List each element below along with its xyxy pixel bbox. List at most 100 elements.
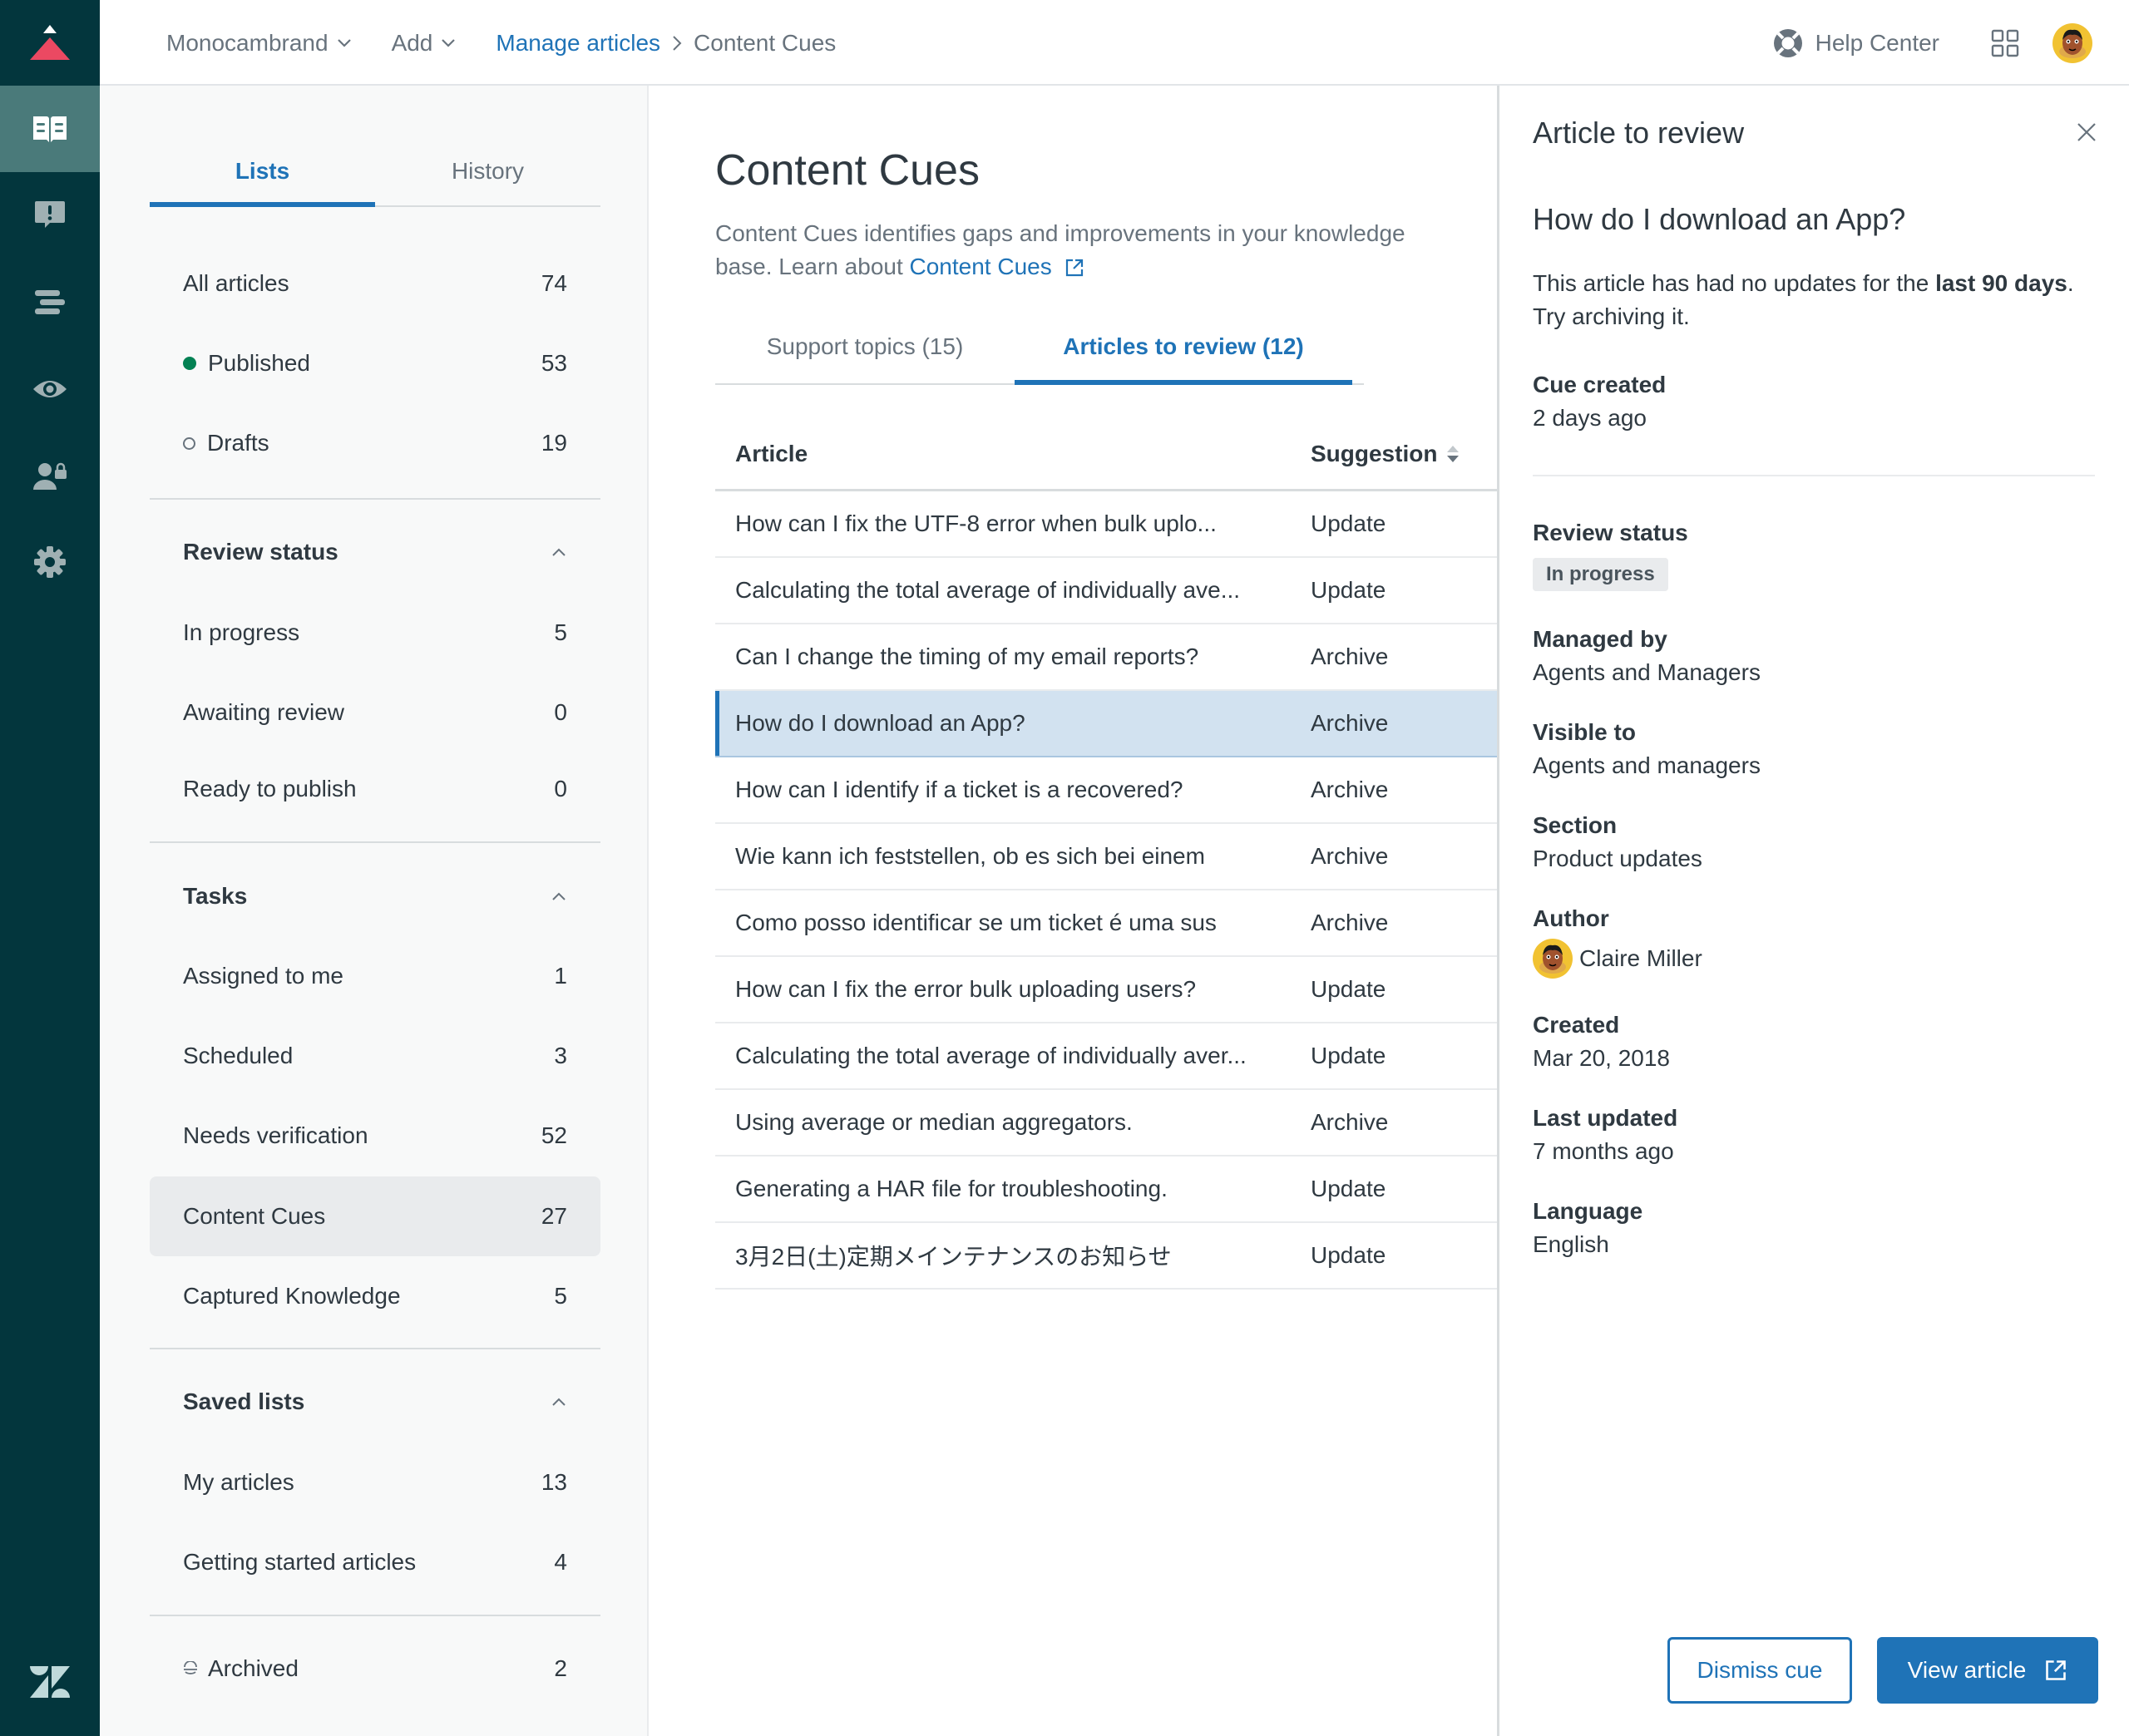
list-item-ready-to-publish[interactable]: Ready to publish 0 — [150, 749, 600, 829]
suggestion-cell: Update — [1311, 1176, 1386, 1201]
table-row[interactable]: How can I fix the error bulk uploading u… — [715, 957, 1497, 1023]
lifebuoy-icon — [1773, 28, 1802, 57]
help-center-link[interactable]: Help Center — [1772, 27, 1939, 59]
field-section: Section Product updates — [1533, 809, 1702, 875]
brand-dropdown-label: Monocambrand — [166, 29, 328, 56]
help-center-label: Help Center — [1815, 29, 1939, 56]
list-item-needs-verification[interactable]: Needs verification 52 — [150, 1096, 600, 1176]
breadcrumb-current: Content Cues — [694, 29, 837, 56]
field-label: Managed by — [1533, 626, 1667, 652]
list-item-getting-started[interactable]: Getting started articles 4 — [150, 1522, 600, 1602]
list-item-content-cues[interactable]: Content Cues 27 — [150, 1176, 600, 1256]
tab-lists[interactable]: Lists — [150, 144, 375, 207]
lists-tabs: Lists History — [150, 144, 600, 207]
suggestion-cell: Archive — [1311, 710, 1389, 736]
table-row[interactable]: Wie kann ich feststellen, ob es sich bei… — [715, 824, 1497, 890]
zendesk-logo[interactable] — [0, 1628, 100, 1736]
nav-item-guide[interactable] — [0, 86, 100, 172]
nav-item-arrange[interactable] — [0, 259, 100, 346]
dismiss-cue-button[interactable]: Dismiss cue — [1667, 1637, 1852, 1704]
list-item-label: My articles — [183, 1469, 294, 1495]
tab-history[interactable]: History — [375, 144, 600, 205]
table-header: Article Suggestion — [715, 418, 1497, 491]
list-item-captured-knowledge[interactable]: Captured Knowledge 5 — [150, 1256, 600, 1336]
table-row[interactable]: Can I change the timing of my email repo… — [715, 624, 1497, 691]
field-label: Created — [1533, 1012, 1620, 1038]
panel-title: Article to review — [1533, 116, 1745, 150]
table-row[interactable]: 3月2日(土)定期メインテナンスのお知らせ Update — [715, 1223, 1497, 1290]
list-item-label: Published — [208, 350, 310, 376]
guide-product-logo[interactable] — [0, 0, 100, 86]
cue-message-emphasis: last 90 days — [1935, 270, 2067, 296]
table-row[interactable]: How do I download an App? Archive — [715, 691, 1497, 757]
list-item-my-articles[interactable]: My articles 13 — [150, 1443, 600, 1522]
list-item-assigned-to-me[interactable]: Assigned to me 1 — [150, 936, 600, 1016]
nav-rail — [0, 0, 100, 1736]
view-article-button[interactable]: View article — [1877, 1637, 2098, 1704]
content-cues-tabs: Support topics (15) Articles to review (… — [715, 320, 1364, 385]
column-header-article: Article — [735, 440, 808, 466]
field-managed-by: Managed by Agents and Managers — [1533, 623, 1761, 689]
brand-dropdown[interactable]: Monocambrand — [166, 30, 352, 57]
table-row[interactable]: Generating a HAR file for troubleshootin… — [715, 1157, 1497, 1223]
divider — [150, 498, 600, 500]
nav-item-settings[interactable] — [0, 519, 100, 605]
table-row[interactable]: How can I identify if a ticket is a reco… — [715, 757, 1497, 824]
list-item-in-progress[interactable]: In progress 5 — [150, 593, 600, 673]
author-avatar — [1533, 939, 1573, 979]
field-created: Created Mar 20, 2018 — [1533, 1009, 1670, 1075]
article-title-cell: Generating a HAR file for troubleshootin… — [735, 1176, 1168, 1201]
list-item-label: Drafts — [207, 430, 269, 456]
breadcrumb-separator — [672, 35, 682, 52]
dismiss-cue-label: Dismiss cue — [1697, 1657, 1823, 1683]
table-row[interactable]: Calculating the total average of individ… — [715, 558, 1497, 624]
nav-item-feedback[interactable] — [0, 173, 100, 259]
list-item-archived[interactable]: Archived 2 — [150, 1629, 600, 1709]
list-item-label: Getting started articles — [183, 1549, 417, 1575]
content-cues-main: Content Cues Content Cues identifies gap… — [649, 86, 1497, 1736]
status-badge: In progress — [1533, 558, 1668, 591]
suggestion-cell: Update — [1311, 577, 1386, 603]
articles-table: Article Suggestion How can I fix the UTF… — [715, 418, 1497, 1290]
suggestion-cell: Archive — [1311, 843, 1389, 869]
nav-item-preview[interactable] — [0, 346, 100, 432]
list-item-label: Awaiting review — [183, 699, 345, 725]
section-header-saved-lists[interactable]: Saved lists — [150, 1377, 600, 1427]
table-row[interactable]: Calculating the total average of individ… — [715, 1023, 1497, 1090]
section-header-tasks[interactable]: Tasks — [150, 871, 600, 921]
content-cues-learn-link[interactable]: Content Cues — [910, 254, 1085, 279]
column-header-suggestion[interactable]: Suggestion — [1311, 441, 1497, 467]
guide-logo-icon — [30, 24, 70, 60]
breadcrumb-manage-articles[interactable]: Manage articles — [496, 30, 660, 57]
add-dropdown[interactable]: Add — [392, 30, 457, 57]
list-item-count: 52 — [541, 1122, 567, 1148]
nav-item-user-permissions[interactable] — [0, 432, 100, 519]
section-heading: Tasks — [183, 883, 248, 909]
section-header-review-status[interactable]: Review status — [150, 527, 600, 577]
list-item-scheduled[interactable]: Scheduled 3 — [150, 1016, 600, 1096]
cue-message-prefix: This article has had no updates for the — [1533, 270, 1936, 296]
field-last-updated: Last updated 7 months ago — [1533, 1102, 1677, 1168]
published-dot-icon — [183, 357, 196, 370]
divider — [150, 1348, 600, 1349]
list-item-count: 4 — [554, 1549, 567, 1575]
list-item-label: Archived — [208, 1655, 299, 1681]
table-row[interactable]: How can I fix the UTF-8 error when bulk … — [715, 491, 1497, 558]
close-panel-button[interactable] — [2070, 116, 2103, 149]
field-cue-created: Cue created 2 days ago — [1533, 368, 1666, 435]
field-label: Section — [1533, 812, 1618, 838]
table-row[interactable]: Using average or median aggregators. Arch… — [715, 1090, 1497, 1157]
list-item-drafts[interactable]: Drafts 19 — [150, 403, 600, 483]
list-item-all-articles[interactable]: All articles 74 — [150, 244, 600, 323]
field-label: Visible to — [1533, 719, 1636, 745]
eye-icon — [33, 381, 67, 397]
tab-support-topics[interactable]: Support topics (15) — [715, 320, 1015, 383]
suggestion-cell: Update — [1311, 510, 1386, 536]
list-item-awaiting-review[interactable]: Awaiting review 0 — [150, 673, 600, 752]
product-tray-button[interactable] — [1991, 29, 2019, 57]
table-row[interactable]: Como posso identificar se um ticket é um… — [715, 890, 1497, 957]
learn-link-label: Content Cues — [909, 254, 1052, 279]
user-avatar[interactable] — [2052, 22, 2092, 63]
list-item-published[interactable]: Published 53 — [150, 323, 600, 403]
tab-articles-to-review[interactable]: Articles to review (12) — [1015, 320, 1352, 385]
